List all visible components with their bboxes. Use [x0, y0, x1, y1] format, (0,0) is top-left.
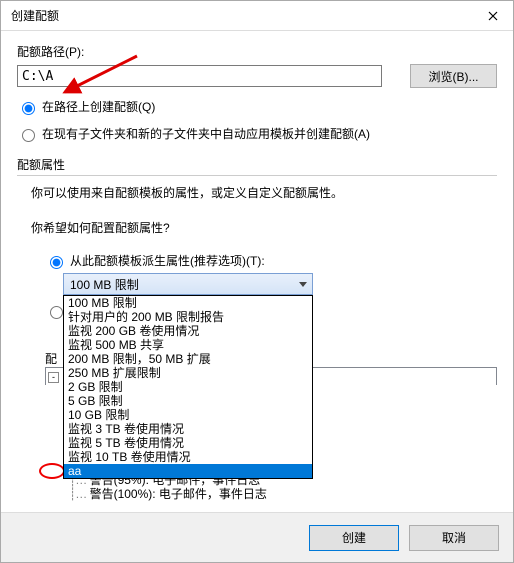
template-option[interactable]: 监视 5 TB 卷使用情况 — [64, 436, 312, 450]
template-option[interactable]: 针对用户的 200 MB 限制报告 — [64, 310, 312, 324]
auto-apply-label: 在现有子文件夹和新的子文件夹中自动应用模板并创建配额(A) — [42, 125, 370, 142]
close-icon — [488, 11, 498, 21]
template-option[interactable]: 监视 10 TB 卷使用情况 — [64, 450, 312, 464]
template-option[interactable]: 监视 500 MB 共享 — [64, 338, 312, 352]
quota-props-legend: 配额属性 — [17, 156, 497, 173]
window-close-button[interactable] — [473, 1, 513, 31]
from-template-option[interactable]: 从此配额模板派生属性(推荐选项)(T): — [45, 252, 497, 269]
create-on-path-radio[interactable] — [22, 102, 35, 115]
configure-question: 你希望如何配置配额属性? — [17, 219, 497, 236]
dialog-footer: 创建 取消 — [1, 512, 513, 562]
template-selected-value: 100 MB 限制 — [70, 276, 139, 293]
template-option[interactable]: 监视 200 GB 卷使用情况 — [64, 324, 312, 338]
dialog-content: 配额路径(P): 浏览(B)... 在路径上创建配额(Q) 在现有子文件夹和新的… — [1, 31, 513, 510]
create-on-path-label: 在路径上创建配额(Q) — [42, 98, 155, 115]
create-on-path-option[interactable]: 在路径上创建配额(Q) — [17, 98, 497, 115]
quota-path-input[interactable] — [17, 65, 382, 87]
cancel-button[interactable]: 取消 — [409, 525, 499, 551]
template-option[interactable]: aa — [64, 464, 312, 478]
chevron-down-icon — [294, 274, 312, 294]
dialog-window: 创建配额 配额路径(P): 浏览(B)... 在路径上创建配额(Q) 在现有子文… — [0, 0, 514, 563]
template-option[interactable]: 10 GB 限制 — [64, 408, 312, 422]
quota-path-label: 配额路径(P): — [17, 43, 497, 60]
template-option[interactable]: 200 MB 限制，50 MB 扩展 — [64, 352, 312, 366]
tree-collapse-icon[interactable]: - — [48, 372, 59, 383]
template-option[interactable]: 250 MB 扩展限制 — [64, 366, 312, 380]
divider — [17, 175, 497, 176]
browse-button[interactable]: 浏览(B)... — [410, 64, 497, 88]
template-dropdown[interactable]: 100 MB 限制 — [63, 273, 313, 295]
auto-apply-option[interactable]: 在现有子文件夹和新的子文件夹中自动应用模板并创建配额(A) — [17, 125, 497, 142]
window-title: 创建配额 — [11, 7, 59, 24]
template-option[interactable]: 100 MB 限制 — [64, 296, 312, 310]
custom-props-radio[interactable] — [50, 306, 63, 319]
from-template-radio[interactable] — [50, 256, 63, 269]
template-option[interactable]: 5 GB 限制 — [64, 394, 312, 408]
auto-apply-radio[interactable] — [22, 129, 35, 142]
template-option[interactable]: 2 GB 限制 — [64, 380, 312, 394]
quota-props-desc: 你可以使用来自配额模板的属性，或定义自定义配额属性。 — [17, 184, 497, 201]
template-option[interactable]: 监视 3 TB 卷使用情况 — [64, 422, 312, 436]
create-button[interactable]: 创建 — [309, 525, 399, 551]
from-template-label: 从此配额模板派生属性(推荐选项)(T): — [70, 252, 265, 269]
template-dropdown-list[interactable]: 100 MB 限制针对用户的 200 MB 限制报告监视 200 GB 卷使用情… — [63, 295, 313, 479]
titlebar: 创建配额 — [1, 1, 513, 31]
